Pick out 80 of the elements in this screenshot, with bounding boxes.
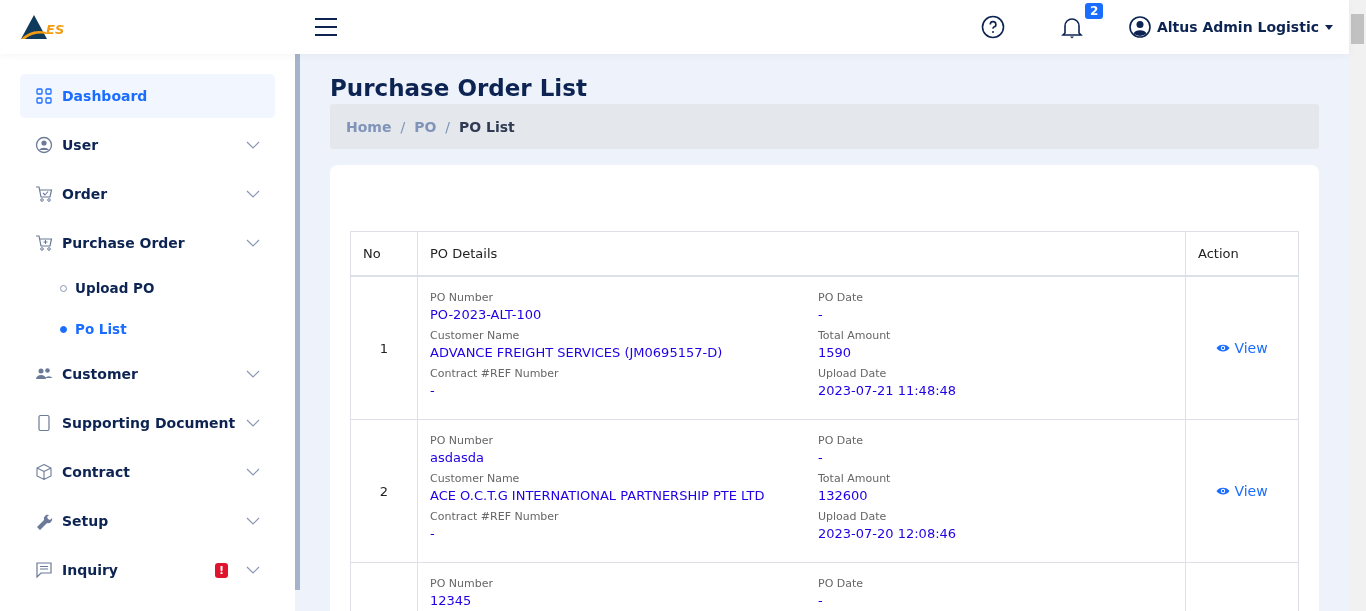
field-label: PO Date [818,434,865,448]
view-link[interactable]: View [1216,483,1268,499]
chevron-down-icon [246,190,260,198]
notification-bell-icon[interactable] [1060,15,1083,39]
submenu-item[interactable]: Upload PO [60,270,295,306]
chat-icon [35,561,53,579]
field-label: Upload Date [818,510,888,524]
user-avatar-icon [1128,16,1151,38]
field-value: PO-2023-ALT-100 [430,306,543,323]
field-value: - [430,382,436,399]
caret-icon [1325,24,1333,30]
grid-icon [35,87,53,105]
page-scrollbar[interactable] [1349,0,1366,611]
chevron-down-icon [246,468,260,476]
field-value: - [818,306,824,323]
chevron-down-icon [246,141,260,149]
field-label: PO Number [430,291,494,305]
wrench-icon [35,512,53,530]
field-value: ACE O.C.T.G INTERNATIONAL PARTNERSHIP PTE LTD [430,487,766,504]
field-label: Total Amount [818,472,892,486]
sidebar-item[interactable]: Supporting Document [20,401,275,445]
field-label: PO Number [430,577,494,591]
field-label: PO Date [818,291,865,305]
sidebar-item[interactable]: Customer [20,352,275,396]
chevron-down-icon [246,370,260,378]
field-value: 2023-07-20 12:08:46 [818,525,957,542]
field-value: asdasda [430,449,485,466]
chevron-down-icon [246,566,260,574]
sidebar-item[interactable]: Contract [20,450,275,494]
column-header: PO Details [417,231,1186,276]
cart-icon [35,185,53,203]
sidebar-item[interactable]: User [20,123,275,167]
sidebar-item[interactable]: Setup [20,499,275,543]
triangle-logo-icon [20,14,48,40]
chevron-down-icon [246,419,260,427]
chevron-down-icon [246,239,260,247]
breadcrumb-separator: / [445,118,451,135]
help-icon[interactable] [980,15,1005,39]
chevron-down-icon [246,517,260,525]
alert-badge: ! [214,562,228,578]
field-value: - [818,592,824,609]
logo-text: ES [46,23,65,36]
field-value: - [818,449,824,466]
field-label: Contract #REF Number [430,367,560,381]
document-icon [35,414,53,432]
user-icon [35,136,53,154]
field-value: ADVANCE FREIGHT SERVICES (JM0695157-D) [430,344,724,361]
submenu-item[interactable]: Po List [60,311,295,347]
page-title: Purchase Order List [330,74,588,103]
sidebar-item[interactable]: Dashboard [20,74,275,118]
bullet-icon [60,325,67,333]
field-label: PO Number [430,434,494,448]
sidebar-item[interactable]: Inquiry ! [20,548,275,592]
field-label: PO Date [818,577,864,591]
sidebar-item[interactable]: Order [20,172,275,216]
field-value: 12345 [430,592,473,609]
column-header: No [350,231,418,276]
user-menu[interactable]: Altus Admin Logistic [1128,16,1333,38]
field-value: - [430,525,436,542]
row-number: 2 [379,483,389,499]
field-label: Customer Name [430,329,521,343]
eye-icon [1216,486,1231,496]
view-link[interactable]: View [1216,340,1268,356]
row-number: 1 [379,340,389,356]
column-header: Action [1185,231,1299,276]
eye-icon [1216,343,1231,353]
breadcrumb-current: PO List [459,118,515,135]
field-label: Customer Name [430,472,521,486]
sidebar-item[interactable]: Purchase Order [20,221,275,265]
field-value: 2023-07-21 11:48:48 [818,382,957,399]
field-value: 1590 [818,344,853,361]
field-value: 132600 [818,487,869,504]
box-icon [35,463,53,481]
field-label: Upload Date [818,367,888,381]
sidebar-scrollbar[interactable] [295,54,300,590]
breadcrumb-separator: / [400,118,406,135]
field-label: Total Amount [818,329,892,343]
notification-count-badge: 2 [1084,3,1104,19]
field-label: Contract #REF Number [430,510,560,524]
cart-icon [35,234,53,252]
